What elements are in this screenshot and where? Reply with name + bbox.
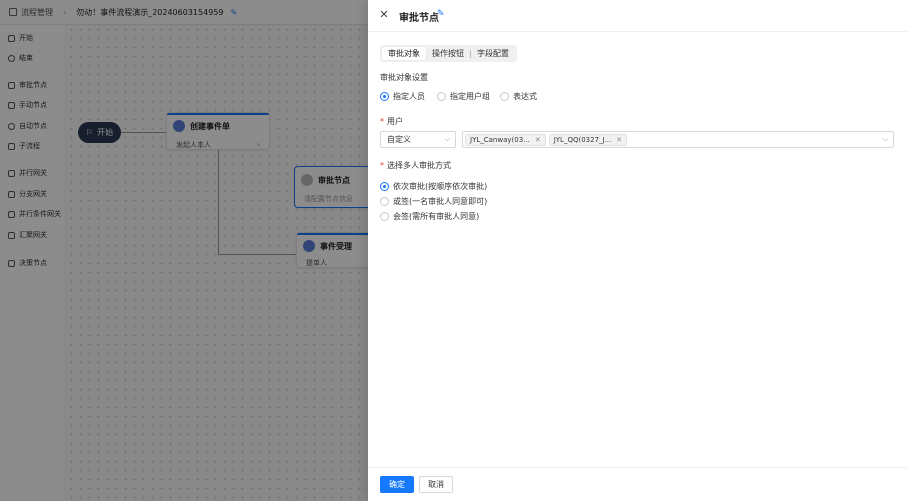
tab-action-buttons[interactable]: 操作按钮 [426, 47, 470, 60]
radio-label: 依次审批(按顺序依次审批) [393, 182, 488, 191]
radio-specified-person[interactable]: 指定人员 [380, 91, 425, 102]
required-mark-icon: * [380, 117, 384, 126]
multi-approval-label: * 选择多人审批方式 [380, 160, 451, 171]
edit-name-icon[interactable]: ✎ [437, 9, 445, 19]
user-type-select[interactable]: 自定义 ⌵ [380, 131, 456, 148]
chevron-down-icon: ⌵ [444, 135, 450, 143]
radio-unchecked-icon [380, 212, 389, 221]
user-label-text: 用户 [387, 117, 403, 126]
approver-settings-label: 审批对象设置 [380, 73, 428, 82]
radio-checked-icon [380, 92, 389, 101]
user-field-label: * 用户 [380, 116, 403, 127]
drawer-footer: 确定 取消 [368, 467, 907, 501]
remove-tag-icon[interactable]: ✕ [535, 135, 541, 145]
user-tag: JYL_QQ(0327_J... ✕ [548, 133, 628, 146]
radio-any-approval[interactable]: 或签(一名审批人同意即可) [380, 196, 487, 207]
radio-specified-group[interactable]: 指定用户组 [437, 91, 490, 102]
multi-approval-label-text: 选择多人审批方式 [387, 161, 451, 170]
radio-checked-icon [380, 182, 389, 191]
radio-label: 指定用户组 [450, 92, 490, 101]
radio-label: 会签(需所有审批人同意) [393, 212, 480, 221]
drawer-title: 审批节点 [399, 13, 439, 24]
cancel-button[interactable]: 取消 [419, 476, 453, 493]
user-tag-label: JYL_Canway(03... [470, 135, 530, 144]
radio-unchecked-icon [380, 197, 389, 206]
confirm-button[interactable]: 确定 [380, 476, 414, 493]
node-config-drawer: ✕ 审批节点 ✎ 审批对象 操作按钮 字段配置 审批对象设置 指定人员 指定用户… [368, 0, 907, 501]
radio-label: 指定人员 [393, 92, 425, 101]
required-mark-icon: * [380, 161, 384, 170]
drawer-header: ✕ 审批节点 ✎ [368, 0, 907, 32]
drawer-tabs: 审批对象 操作按钮 字段配置 [380, 45, 517, 62]
tab-approver[interactable]: 审批对象 [382, 47, 426, 60]
user-tag: JYL_Canway(03... ✕ [465, 133, 546, 146]
radio-sequential-approval[interactable]: 依次审批(按顺序依次审批) [380, 181, 487, 192]
radio-unchecked-icon [500, 92, 509, 101]
close-icon[interactable]: ✕ [379, 9, 389, 20]
user-tag-label: JYL_QQ(0327_J... [553, 135, 612, 144]
user-type-value: 自定义 [387, 135, 411, 144]
radio-all-approval[interactable]: 会签(需所有审批人同意) [380, 211, 479, 222]
chevron-down-icon: ⌵ [882, 135, 888, 143]
radio-label: 或签(一名审批人同意即可) [393, 197, 488, 206]
radio-label: 表达式 [513, 92, 537, 101]
radio-unchecked-icon [437, 92, 446, 101]
radio-expression[interactable]: 表达式 [500, 91, 537, 102]
remove-tag-icon[interactable]: ✕ [616, 135, 622, 145]
tab-field-config[interactable]: 字段配置 [471, 47, 515, 60]
user-multi-select[interactable]: JYL_Canway(03... ✕ JYL_QQ(0327_J... ✕ ⌵ [462, 131, 894, 148]
